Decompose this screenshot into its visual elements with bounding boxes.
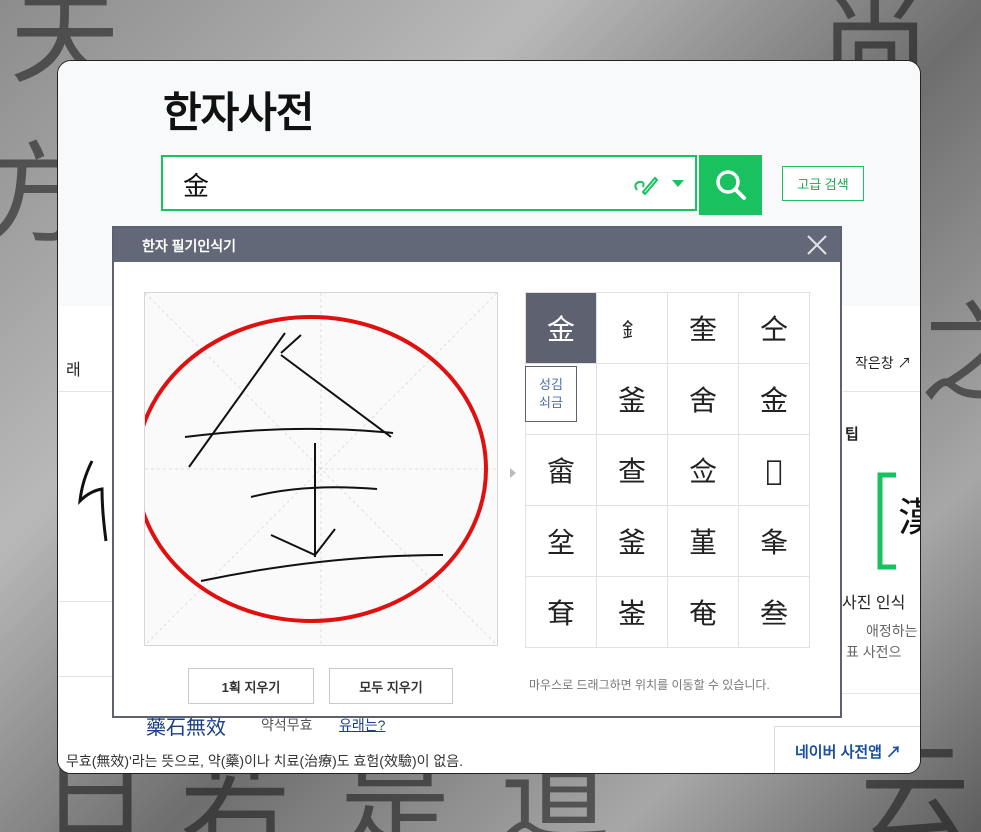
bg-glyph: 之 bbox=[920, 291, 981, 419]
handwriting-pen-icon[interactable] bbox=[631, 170, 659, 198]
divider bbox=[843, 391, 920, 392]
candidate-hanja[interactable]: 畲 bbox=[526, 435, 597, 506]
candidate-hanja[interactable]: 坌 bbox=[526, 506, 597, 577]
candidate-char: 奎 bbox=[688, 313, 717, 346]
close-icon[interactable] bbox=[806, 234, 828, 256]
left-tab-label[interactable]: 래 bbox=[66, 356, 81, 380]
favorite-text: 애정하는 bbox=[866, 623, 918, 639]
canvas-drawing bbox=[134, 292, 498, 646]
candidate-char: 佥 bbox=[688, 455, 717, 488]
candidate-grid: 金釒奎仝 성김 쇠금 釜舍金畲查佥 𠅨 坌釜堇夆耷崟奄叁 bbox=[525, 292, 811, 648]
reading-badge-line: 성김 bbox=[539, 377, 563, 392]
divider bbox=[58, 676, 118, 677]
example-entry: 藥石無效 약석무효 유래는? 무효(無效)'라는 뜻으로, 약(藥)이나 치료(… bbox=[58, 711, 920, 773]
candidate-char: 釜 bbox=[617, 526, 646, 559]
dict-text: 표 사전으 bbox=[846, 644, 902, 660]
candidate-char: 查 bbox=[617, 455, 646, 488]
candidate-hanja[interactable]: 金 bbox=[526, 293, 597, 364]
candidate-char: 釒 bbox=[622, 317, 642, 342]
handwriting-recognizer-popup[interactable]: 한자 필기인식기 金釒奎仝 성김 쇠금 釜舍金畲查佥 𠅨 坌釜堇夆耷崟奄叁 1획 지우기 … bbox=[112, 226, 842, 718]
svg-text:漢: 漢 bbox=[898, 495, 921, 541]
arrow-right-icon bbox=[510, 468, 516, 478]
candidate-char: 崟 bbox=[617, 597, 646, 630]
candidate-hanja[interactable]: 仝 bbox=[739, 293, 810, 364]
candidate-hanja[interactable]: 釒 bbox=[597, 293, 668, 364]
candidate-char: 奄 bbox=[688, 597, 717, 630]
example-meaning: 무효(無效)'라는 뜻으로, 약(藥)이나 치료(治療)도 효험(效驗)이 없음… bbox=[66, 753, 464, 769]
tip-heading: 팁 bbox=[845, 426, 859, 443]
candidate-char: 金 bbox=[546, 313, 575, 346]
candidate-hanja[interactable]: 佥 bbox=[668, 435, 739, 506]
divider bbox=[58, 391, 118, 392]
clear-all-button[interactable]: 모두 지우기 bbox=[329, 668, 453, 704]
candidate-char: 畲 bbox=[546, 455, 575, 488]
candidate-hanja[interactable]: 耷 bbox=[526, 577, 597, 648]
divider bbox=[58, 601, 118, 602]
drag-hint: 마우스로 드래그하면 위치를 이동할 수 있습니다. bbox=[529, 678, 770, 692]
search-button[interactable] bbox=[699, 155, 762, 215]
candidate-hanja[interactable]: 查 bbox=[597, 435, 668, 506]
candidate-hanja[interactable]: 𠅨 bbox=[739, 435, 810, 506]
candidate-hanja[interactable]: 奄 bbox=[668, 577, 739, 648]
candidate-hanja[interactable]: 夆 bbox=[739, 506, 810, 577]
example-origin-link[interactable]: 유래는? bbox=[339, 715, 385, 735]
photo-recognition-label[interactable]: 사진 인식 bbox=[842, 589, 905, 613]
reading-badge-line: 쇠금 bbox=[539, 395, 563, 410]
candidate-hanja[interactable]: 舍 bbox=[668, 364, 739, 435]
candidate-char: 仝 bbox=[759, 313, 788, 346]
photo-recognition-icon[interactable]: 漢 bbox=[876, 471, 921, 571]
candidate-hanja[interactable]: 釜 bbox=[597, 506, 668, 577]
search-input[interactable] bbox=[181, 165, 605, 203]
candidate-hanja[interactable]: 金 bbox=[739, 364, 810, 435]
candidate-char: 金 bbox=[759, 384, 788, 417]
clear-last-stroke-button[interactable]: 1획 지우기 bbox=[188, 668, 314, 704]
candidate-char: 坌 bbox=[546, 526, 575, 559]
candidate-char: 𠅨 bbox=[765, 453, 783, 487]
candidate-hanja[interactable]: 釜 bbox=[597, 364, 668, 435]
candidate-char: 釜 bbox=[617, 384, 646, 417]
candidate-hanja[interactable]: 堇 bbox=[668, 506, 739, 577]
candidate-char: 堇 bbox=[688, 526, 717, 559]
handwriting-canvas[interactable] bbox=[134, 292, 498, 646]
popup-title: 한자 필기인식기 bbox=[142, 238, 237, 254]
candidate-hanja[interactable]: 崟 bbox=[597, 577, 668, 648]
reading-badge: 성김쇠금 bbox=[525, 366, 577, 422]
stroke-fragment bbox=[78, 460, 108, 542]
small-window-link[interactable]: 작은창 ↗ bbox=[855, 353, 912, 373]
example-reading: 약석무효 bbox=[261, 717, 313, 733]
candidate-hanja[interactable]: 성김쇠금 bbox=[525, 364, 597, 435]
dropdown-caret-icon[interactable] bbox=[672, 180, 684, 187]
candidate-hanja[interactable]: 叁 bbox=[739, 577, 810, 648]
page-title: 한자사전 bbox=[163, 89, 315, 136]
search-box[interactable] bbox=[161, 155, 697, 211]
candidate-hanja[interactable]: 奎 bbox=[668, 293, 739, 364]
search-icon bbox=[715, 170, 746, 200]
candidate-char: 叁 bbox=[759, 597, 788, 630]
advanced-search-button[interactable]: 고급 검색 bbox=[782, 166, 864, 201]
candidate-char: 舍 bbox=[688, 384, 717, 417]
candidate-char: 耷 bbox=[546, 597, 575, 630]
candidate-char: 夆 bbox=[759, 526, 788, 559]
popup-header[interactable]: 한자 필기인식기 bbox=[114, 228, 840, 262]
